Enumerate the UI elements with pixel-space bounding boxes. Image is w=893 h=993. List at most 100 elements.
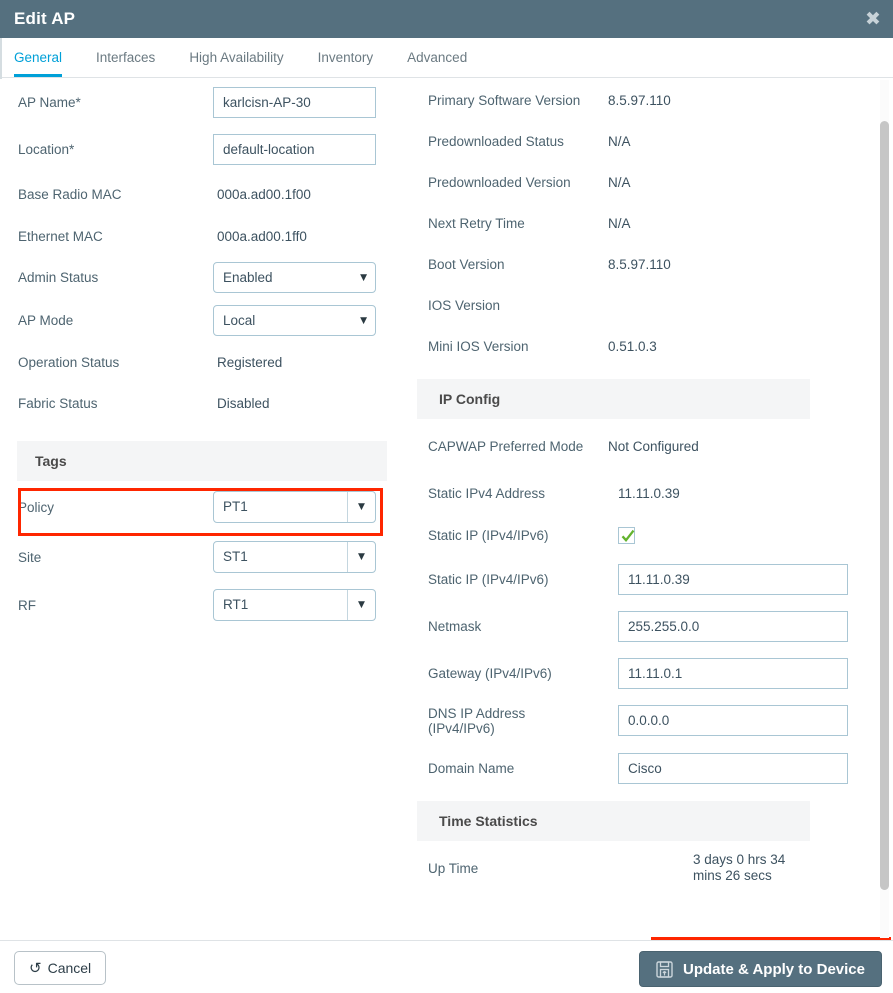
ios-version-label: IOS Version [428,298,501,313]
row-operation-status: Operation Status Registered [0,342,400,383]
row-dns-ip-address: DNS IP Address (IPv4/IPv6) 0.0.0.0 [410,697,865,744]
dialog-titlebar: Edit AP ✖ [0,0,893,38]
policy-tag-dropdown[interactable]: PT1 ▼ [213,491,376,523]
row-boot-version: Boot Version 8.5.97.110 [410,244,865,285]
dialog-footer: ↺ Cancel Update & Apply to Device [0,940,893,993]
static-ip-checkbox-label: Static IP (IPv4/IPv6) [428,527,549,543]
netmask-input[interactable]: 255.255.0.0 [618,611,848,642]
dialog-title: Edit AP [14,9,76,28]
rf-tag-value: RT1 [223,597,249,612]
row-static-ipv4-address: Static IPv4 Address 11.11.0.39 [410,473,865,514]
operation-status-value: Registered [217,355,283,370]
admin-status-dropdown[interactable]: Enabled ▼ [213,262,376,293]
row-base-radio-mac: Base Radio MAC 000a.ad00.1f00 [0,173,400,216]
boot-version-label: Boot Version [428,257,505,272]
fabric-status-value: Disabled [217,396,270,411]
row-netmask: Netmask 255.255.0.0 [410,603,865,650]
next-retry-time-value: N/A [608,216,631,231]
predownloaded-status-value: N/A [608,134,631,149]
ap-mode-value: Local [223,313,256,328]
row-mini-ios-version: Mini IOS Version 0.51.0.3 [410,326,865,367]
domain-name-label: Domain Name [428,760,515,776]
admin-status-label: Admin Status [18,270,99,285]
row-static-ip-checkbox: Static IP (IPv4/IPv6) [410,514,865,556]
row-site-tag: Site ST1 ▼ [0,533,400,581]
row-admin-status: Admin Status Enabled ▼ [0,256,400,299]
predownloaded-status-label: Predownloaded Status [428,134,564,149]
base-radio-mac-value: 000a.ad00.1f00 [217,187,311,202]
fabric-status-label: Fabric Status [18,396,98,411]
row-gateway: Gateway (IPv4/IPv6) 11.11.0.1 [410,650,865,697]
site-tag-label: Site [18,549,42,565]
chevron-down-icon: ▼ [360,273,367,283]
primary-software-version-value: 8.5.97.110 [608,92,671,108]
save-icon [656,960,673,978]
scrollbar-thumb[interactable] [880,121,889,890]
row-up-time: Up Time 3 days 0 hrs 34 mins 26 secs [410,841,865,895]
policy-tag-label: Policy [18,499,55,515]
tab-advanced[interactable]: Advanced [407,50,467,77]
ap-name-input[interactable]: karlcisn-AP-30 [213,87,376,118]
checkmark-icon [621,529,635,542]
row-domain-name: Domain Name Cisco [410,744,865,792]
update-and-apply-to-device-button[interactable]: Update & Apply to Device [639,951,882,987]
dialog-body: AP Name* karlcisn-AP-30 Location* defaul… [0,79,893,940]
tab-high-availability[interactable]: High Availability [189,50,283,77]
static-ip-input[interactable]: 11.11.0.39 [618,564,848,595]
dns-ip-address-input[interactable]: 0.0.0.0 [618,705,848,736]
row-location: Location* default-location [0,126,400,173]
row-ios-version: IOS Version [410,285,865,326]
admin-status-value: Enabled [223,270,273,285]
up-time-value-line2: mins 26 secs [693,868,772,883]
row-policy-tag: Policy PT1 ▼ [0,481,400,533]
tab-general[interactable]: General [14,50,63,77]
dns-ip-address-label-line2: (IPv4/IPv6) [428,720,495,736]
static-ipv4-address-value: 11.11.0.39 [618,486,680,501]
predownloaded-version-label: Predownloaded Version [428,175,571,190]
row-static-ip-field: Static IP (IPv4/IPv6) 11.11.0.39 [410,556,865,603]
row-rf-tag: RF RT1 ▼ [0,581,400,629]
ethernet-mac-value: 000a.ad00.1ff0 [217,228,307,244]
row-primary-software-version: Primary Software Version 8.5.97.110 [410,79,865,121]
row-predownloaded-status: Predownloaded Status N/A [410,121,865,162]
static-ipv4-address-label: Static IPv4 Address [428,486,546,501]
up-time-value: 3 days 0 hrs 34 mins 26 secs [693,852,785,884]
undo-icon: ↺ [29,959,42,977]
location-label: Location* [18,142,75,157]
chevron-down-icon[interactable]: ▼ [347,542,375,572]
up-time-label: Up Time [428,860,479,876]
boot-version-value: 8.5.97.110 [608,257,671,272]
domain-name-input[interactable]: Cisco [618,752,848,784]
tab-inventory[interactable]: Inventory [318,50,374,77]
chevron-down-icon[interactable]: ▼ [347,590,375,620]
close-icon[interactable]: ✖ [862,9,884,31]
cancel-button[interactable]: ↺ Cancel [14,951,107,985]
location-input[interactable]: default-location [213,134,376,165]
rf-tag-dropdown[interactable]: RT1 ▼ [213,589,376,621]
operation-status-label: Operation Status [18,355,120,370]
base-radio-mac-label: Base Radio MAC [18,187,122,202]
mini-ios-version-label: Mini IOS Version [428,339,529,354]
dns-ip-address-label: DNS IP Address (IPv4/IPv6) [428,706,608,736]
chevron-down-icon: ▼ [360,316,367,326]
row-ap-name: AP Name* karlcisn-AP-30 [0,79,400,126]
row-fabric-status: Fabric Status Disabled [0,383,400,424]
tags-section-header: Tags [17,441,387,481]
static-ip-field-label: Static IP (IPv4/IPv6) [428,572,549,587]
tab-bar: General Interfaces High Availability Inv… [0,38,893,78]
row-next-retry-time: Next Retry Time N/A [410,203,865,244]
static-ip-checkbox[interactable] [618,526,635,544]
ip-config-section-header: IP Config [417,379,810,419]
ap-mode-dropdown[interactable]: Local ▼ [213,305,376,336]
mini-ios-version-value: 0.51.0.3 [608,339,657,354]
gateway-label: Gateway (IPv4/IPv6) [428,666,552,681]
chevron-down-icon[interactable]: ▼ [347,492,375,522]
gateway-input[interactable]: 11.11.0.1 [618,658,848,689]
rf-tag-label: RF [18,597,36,613]
primary-software-version-label: Primary Software Version [428,92,581,108]
tab-interfaces[interactable]: Interfaces [96,50,155,77]
site-tag-dropdown[interactable]: ST1 ▼ [213,541,376,573]
time-statistics-section-header: Time Statistics [417,801,810,841]
site-tag-value: ST1 [223,549,248,564]
up-time-value-line1: 3 days 0 hrs 34 [693,852,786,867]
